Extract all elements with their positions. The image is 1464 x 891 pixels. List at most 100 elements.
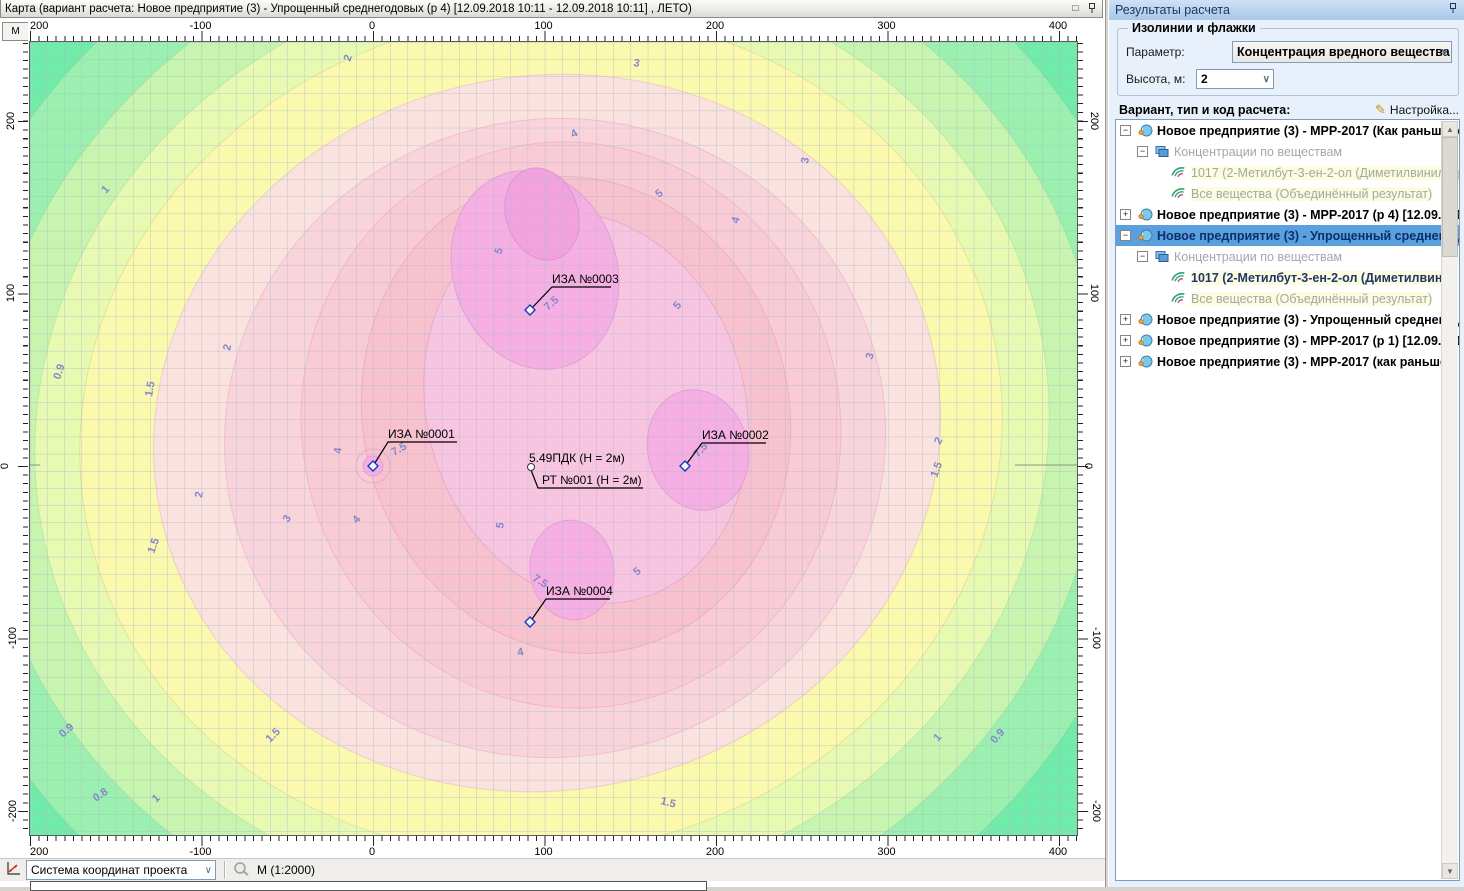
variant-section-label: Вариант, тип и код расчета: xyxy=(1119,103,1375,117)
chevron-down-icon: ∨ xyxy=(205,865,212,876)
tree-item-label: Концентрации по веществам xyxy=(1174,250,1342,264)
ruler-top: 200-1000100200300400 xyxy=(28,20,1078,41)
ruler-tick-label: 200 xyxy=(1088,112,1100,130)
param-select[interactable]: Концентрация вредного вещества (в дол ∨ xyxy=(1232,41,1452,63)
results-tree-rows: −Новое предприятие (3) - МРР-2017 (Как р… xyxy=(1116,120,1459,372)
map-window-titlebar[interactable]: Карта (вариант расчета: Новое предприяти… xyxy=(0,0,1103,18)
ruler-tick-label: -100 xyxy=(7,627,19,649)
ruler-right-major-ticks xyxy=(1078,41,1088,835)
substance-icon xyxy=(1171,165,1187,180)
param-value: Концентрация вредного вещества (в дол xyxy=(1237,45,1452,59)
ruler-tick-label: 200 xyxy=(30,20,48,32)
collapse-icon[interactable]: − xyxy=(1120,125,1131,136)
ruler-tick-label: 200 xyxy=(706,846,724,858)
isolines-group-title: Изолинии и флажки xyxy=(1128,21,1260,35)
variant-icon xyxy=(1137,354,1153,369)
magnifier-icon[interactable] xyxy=(231,860,251,881)
tree-item[interactable]: + Новое предприятие (3) - МРР-2017 (р 4) … xyxy=(1116,204,1460,225)
ruler-tick-label: 0 xyxy=(1082,463,1094,469)
results-tree: −Новое предприятие (3) - МРР-2017 (Как р… xyxy=(1115,119,1460,881)
map-statusbar: Система координат проекта ∨ М (1:2000) xyxy=(0,858,1105,881)
height-label: Высота, м: xyxy=(1126,72,1196,86)
ruler-tick-label: 100 xyxy=(534,20,552,32)
settings-button-label: Настройка... xyxy=(1390,103,1459,117)
pin-icon[interactable] xyxy=(1085,2,1098,15)
expand-icon[interactable]: + xyxy=(1120,356,1131,367)
tree-item[interactable]: − Концентрации по веществам xyxy=(1116,141,1460,162)
ruler-tick-label: 0 xyxy=(369,20,375,32)
height-select[interactable]: 2 ∨ xyxy=(1196,69,1274,89)
source-label: ИЗА №0001 xyxy=(388,427,455,441)
receptor-name-label: РТ №001 (Н = 2м) xyxy=(542,473,642,487)
tree-item[interactable]: Все вещества (Объединённый результат) xyxy=(1116,183,1460,204)
ruler-tick-label: 100 xyxy=(534,846,552,858)
tree-item[interactable]: + Новое предприятие (3) - МРР-2017 (как р… xyxy=(1116,351,1460,372)
maximize-button[interactable]: □ xyxy=(1069,2,1082,15)
tree-item[interactable]: + Новое предприятие (3) - Упрощенный сред… xyxy=(1116,309,1460,330)
isolines-groupbox: Изолинии и флажки Параметр: Концентрация… xyxy=(1117,28,1459,96)
map-window-title: Карта (вариант расчета: Новое предприяти… xyxy=(5,3,1066,15)
tree-scrollbar[interactable]: ▲ ▼ xyxy=(1441,121,1458,879)
ruler-tick-label: 100 xyxy=(5,284,17,302)
ruler-unit-label: М xyxy=(11,26,19,37)
expand-icon[interactable]: + xyxy=(1120,314,1131,325)
collapse-icon[interactable]: − xyxy=(1120,230,1131,241)
ruler-tick-label: 300 xyxy=(877,846,895,858)
tree-item-label: 1017 (2-Метилбут-3-ен-2-ол (Диметилвинил… xyxy=(1191,166,1460,180)
variant-icon xyxy=(1137,333,1153,348)
tree-item[interactable]: Все вещества (Объединённый результат) xyxy=(1116,288,1460,309)
tree-item[interactable]: − Концентрации по веществам xyxy=(1116,246,1460,267)
panel-pin-icon[interactable] xyxy=(1448,3,1458,17)
results-panel: Результаты расчета Изолинии и флажки Пар… xyxy=(1108,0,1464,887)
tree-item-label: Новое предприятие (3) - МРР-2017 (р 4) [… xyxy=(1157,208,1460,222)
folder-icon xyxy=(1154,249,1170,264)
pencil-icon: ✎ xyxy=(1375,102,1386,118)
tree-item-label: Новое предприятие (3) - МРР-2017 (как ра… xyxy=(1157,355,1454,369)
collapse-icon[interactable]: − xyxy=(1137,146,1148,157)
ruler-tick-label: -100 xyxy=(1090,627,1102,649)
tree-item-label: Все вещества (Объединённый результат) xyxy=(1191,187,1432,201)
coordinate-axes-icon xyxy=(5,860,22,880)
variant-icon xyxy=(1137,312,1153,327)
tree-item-label: Новое предприятие (3) - МРР-2017 (Как ра… xyxy=(1157,124,1460,138)
folder-icon xyxy=(1154,144,1170,159)
expand-icon[interactable]: + xyxy=(1120,335,1131,346)
substance-icon xyxy=(1171,270,1187,285)
ruler-top-major-ticks xyxy=(28,31,1078,41)
ruler-tick-label: 400 xyxy=(1049,20,1067,32)
results-panel-title: Результаты расчета xyxy=(1115,3,1448,17)
clipped-bottom-panel xyxy=(30,881,707,891)
substance-icon xyxy=(1171,186,1187,201)
contour-map-svg: 0.910.80.911.51.51.5222344557.57.57.57.5… xyxy=(30,42,1077,835)
collapse-icon[interactable]: − xyxy=(1137,251,1148,262)
tree-item[interactable]: + Новое предприятие (3) - МРР-2017 (р 1) … xyxy=(1116,330,1460,351)
tree-item-selected[interactable]: −Новое предприятие (3) - Упрощенный сред… xyxy=(1116,225,1460,246)
scroll-down-arrow[interactable]: ▼ xyxy=(1442,863,1458,879)
results-panel-header[interactable]: Результаты расчета xyxy=(1109,0,1464,20)
scroll-up-arrow[interactable]: ▲ xyxy=(1442,121,1458,137)
coordinate-system-select[interactable]: Система координат проекта ∨ xyxy=(26,860,216,880)
source-label: ИЗА №0004 xyxy=(546,584,613,598)
tree-item-label: Новое предприятие (3) - Упрощенный средн… xyxy=(1157,313,1459,327)
expand-icon[interactable]: + xyxy=(1120,209,1131,220)
ruler-tick-label: -200 xyxy=(7,800,19,822)
map-window: Карта (вариант расчета: Новое предприяти… xyxy=(0,0,1106,887)
map-canvas[interactable]: 0.910.80.911.51.51.5222344557.57.57.57.5… xyxy=(29,41,1078,836)
scroll-thumb[interactable] xyxy=(1442,137,1458,257)
ruler-tick-label: 200 xyxy=(30,846,48,858)
tree-item-label: Концентрации по веществам xyxy=(1174,145,1342,159)
settings-button[interactable]: ✎ Настройка... xyxy=(1375,102,1459,118)
ruler-tick-label: 200 xyxy=(5,112,17,130)
receptor-value-label: 5.49ПДК (Н = 2м) xyxy=(529,451,625,465)
tree-item[interactable]: − Новое предприятие (3) - МРР-2017 (Как р… xyxy=(1116,120,1460,141)
ruler-bottom: 200-1000100200300400 xyxy=(28,836,1078,858)
tree-item[interactable]: 1017 (2-Метилбут-3-ен-2-ол (Диметилвинил… xyxy=(1116,162,1460,183)
tree-item[interactable]: 1017 (2-Метилбут-3-ен-2-ол (Диметилвинил xyxy=(1116,267,1460,288)
variant-icon xyxy=(1137,228,1153,243)
ruler-tick-label: 300 xyxy=(877,20,895,32)
variant-icon xyxy=(1137,123,1153,138)
tree-item-label: Новое предприятие (3) - МРР-2017 (р 1) [… xyxy=(1157,334,1460,348)
source-label: ИЗА №0003 xyxy=(552,272,619,286)
height-value: 2 xyxy=(1201,72,1208,86)
chevron-down-icon: ∨ xyxy=(1441,47,1448,58)
